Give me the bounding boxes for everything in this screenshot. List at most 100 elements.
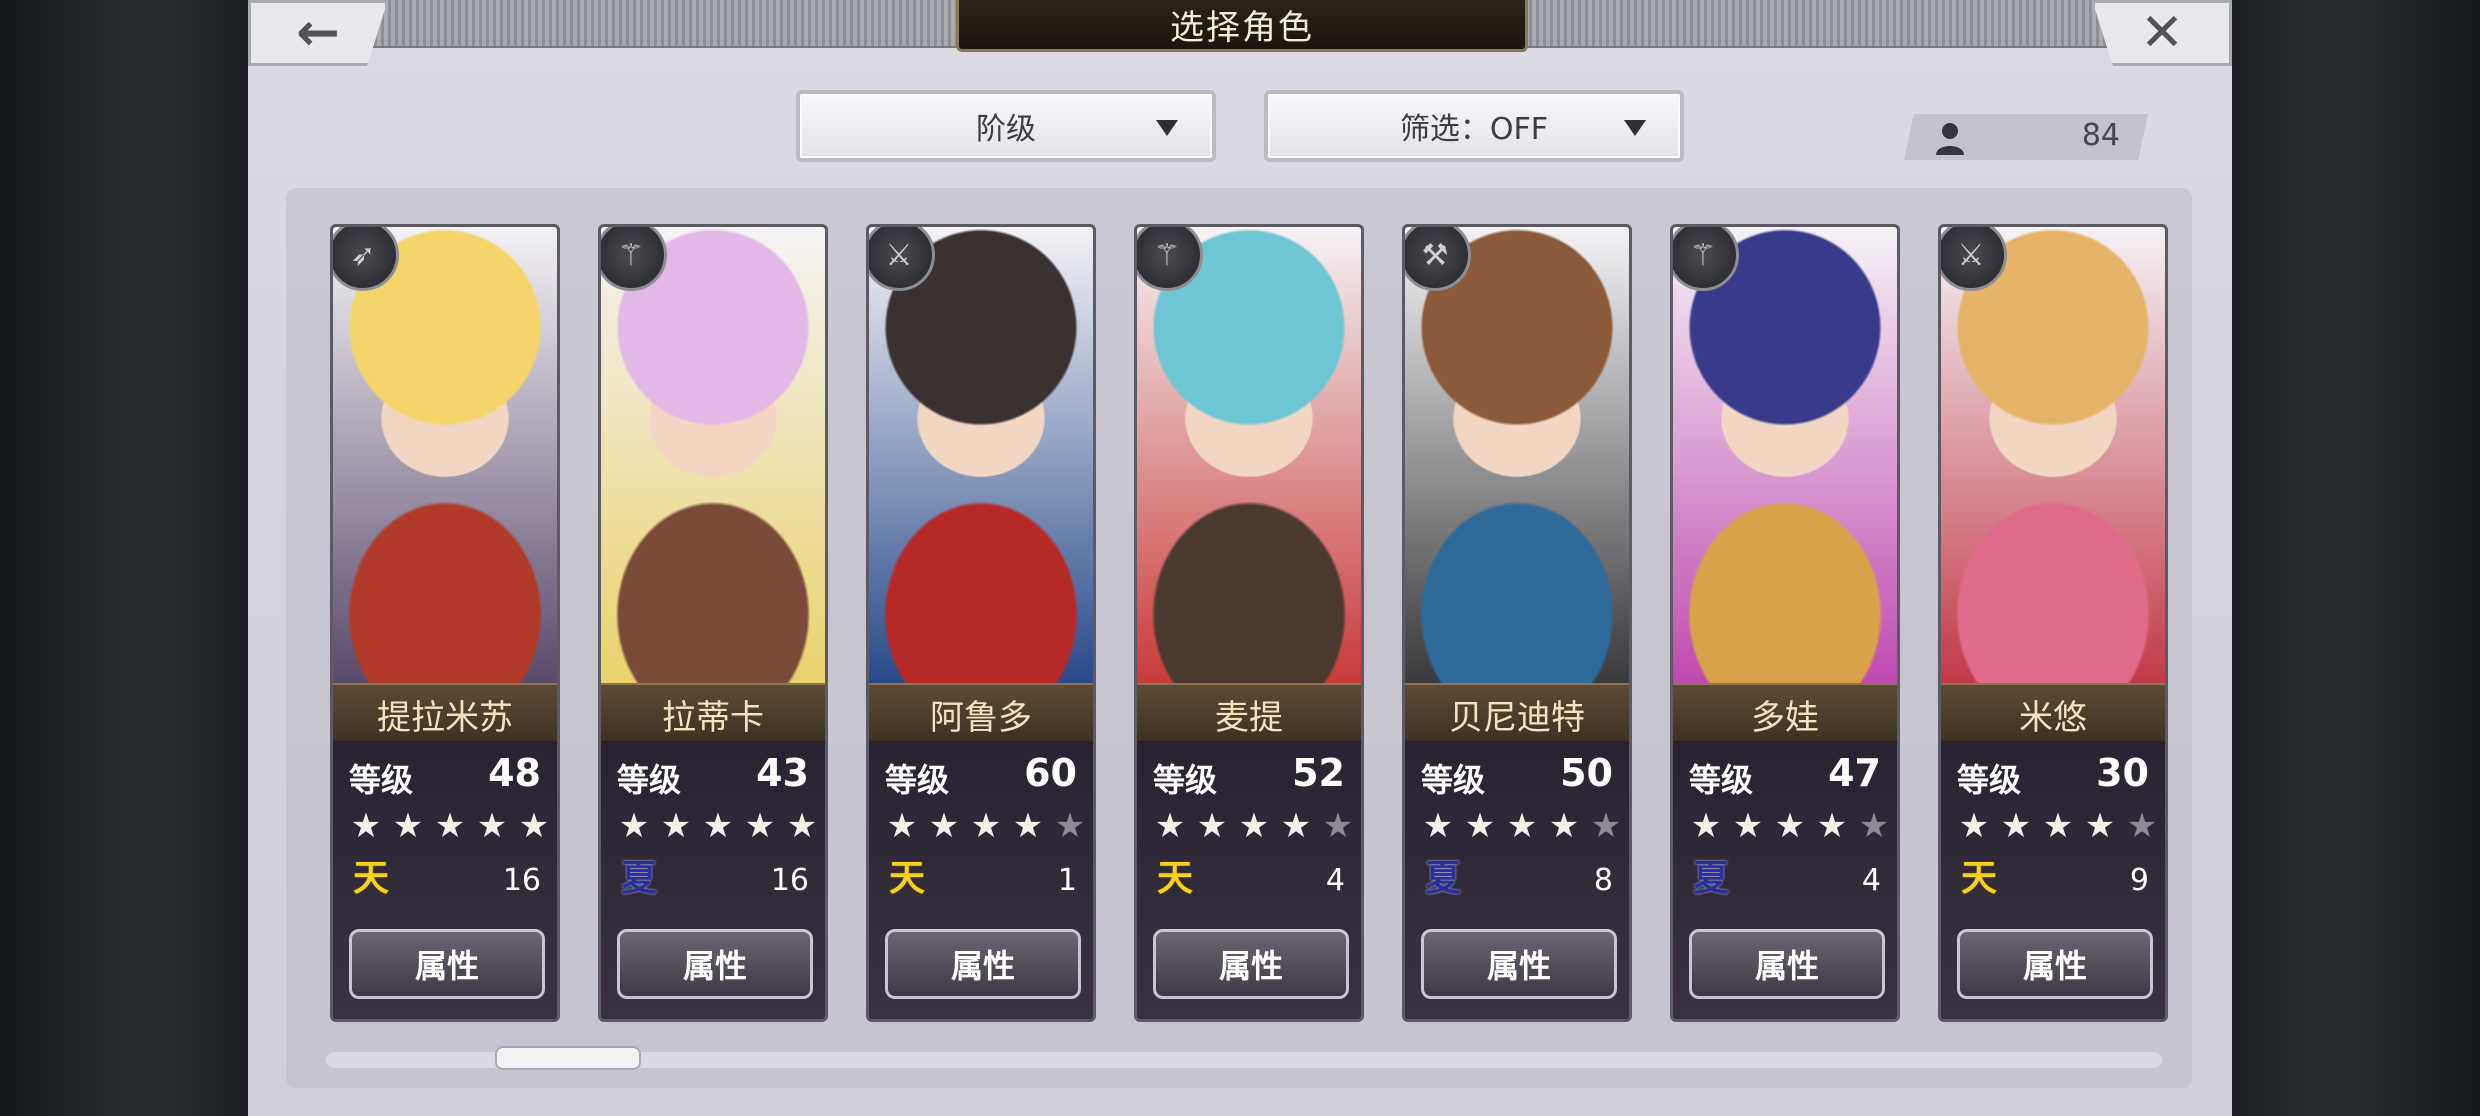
rarity-star-icon: ★ bbox=[928, 806, 960, 846]
level-value: 43 bbox=[756, 751, 809, 795]
level-label: 等级 bbox=[1957, 761, 2022, 799]
rarity-star-icon: ★ bbox=[2126, 806, 2158, 846]
rarity-star-icon: ★ bbox=[476, 806, 508, 846]
attributes-button[interactable]: 属性 bbox=[1689, 929, 1885, 999]
character-name-bar: 拉蒂卡 bbox=[601, 683, 825, 743]
close-icon: ✕ bbox=[2140, 3, 2184, 63]
tier-count: 9 bbox=[2129, 863, 2149, 898]
rarity-star-icon: ★ bbox=[1958, 806, 1990, 846]
character-name: 麦提 bbox=[1215, 697, 1283, 738]
character-portrait bbox=[1941, 227, 2165, 683]
character-name: 提拉米苏 bbox=[377, 697, 513, 738]
attributes-button-label: 属性 bbox=[1486, 947, 1551, 985]
right-backdrop bbox=[2232, 0, 2480, 1116]
attributes-button[interactable]: 属性 bbox=[1957, 929, 2153, 999]
level-label: 等级 bbox=[349, 761, 414, 799]
rarity-star-icon: ★ bbox=[744, 806, 776, 846]
character-card[interactable]: ⚒ 贝尼迪特 等级 50 ★ ★ ★ ★ ★ 夏 8 属性 bbox=[1402, 224, 1632, 1022]
scrollbar-thumb[interactable] bbox=[495, 1046, 641, 1070]
character-name: 多娃 bbox=[1751, 697, 1819, 738]
rarity-stars: ★ ★ ★ ★ ★ bbox=[1687, 807, 1893, 845]
character-name-bar: 多娃 bbox=[1673, 683, 1897, 743]
character-name: 阿鲁多 bbox=[930, 697, 1032, 738]
rarity-star-icon: ★ bbox=[786, 806, 818, 846]
character-card[interactable]: ⚚ 拉蒂卡 等级 43 ★ ★ ★ ★ ★ 夏 16 属性 bbox=[598, 224, 828, 1022]
rarity-star-icon: ★ bbox=[1858, 806, 1890, 846]
rarity-star-icon: ★ bbox=[702, 806, 734, 846]
tier-badge-icon: 夏 bbox=[1424, 858, 1461, 899]
left-backdrop bbox=[0, 0, 248, 1116]
rarity-star-icon: ★ bbox=[1464, 806, 1496, 846]
level-label: 等级 bbox=[1689, 761, 1754, 799]
rarity-star-icon: ★ bbox=[392, 806, 424, 846]
character-portrait bbox=[869, 227, 1093, 683]
tier-badge-icon: 天 bbox=[352, 858, 389, 899]
character-portrait bbox=[1673, 227, 1897, 683]
attributes-button[interactable]: 属性 bbox=[349, 929, 545, 999]
attributes-button[interactable]: 属性 bbox=[1153, 929, 1349, 999]
level-value: 47 bbox=[1828, 751, 1881, 795]
tier-badge-icon: 夏 bbox=[1692, 858, 1729, 899]
character-card[interactable]: ⚔ 米悠 等级 30 ★ ★ ★ ★ ★ 天 9 属性 bbox=[1938, 224, 2168, 1022]
back-button[interactable]: ← bbox=[248, 0, 388, 66]
level-value: 60 bbox=[1024, 751, 1077, 795]
filter-dropdown-label: 筛选：OFF bbox=[1399, 112, 1549, 147]
level-label: 等级 bbox=[885, 761, 950, 799]
character-name-bar: 阿鲁多 bbox=[869, 683, 1093, 743]
level-value: 50 bbox=[1560, 751, 1613, 795]
rarity-star-icon: ★ bbox=[1196, 806, 1228, 846]
rarity-star-icon: ★ bbox=[1054, 806, 1086, 846]
tier-count: 16 bbox=[502, 863, 541, 898]
character-info: 等级 47 ★ ★ ★ ★ ★ 夏 4 属性 bbox=[1673, 741, 1897, 1019]
rarity-star-icon: ★ bbox=[518, 806, 550, 846]
character-info: 等级 50 ★ ★ ★ ★ ★ 夏 8 属性 bbox=[1405, 741, 1629, 1019]
tier-count: 4 bbox=[1861, 863, 1881, 898]
person-icon bbox=[1936, 123, 1964, 155]
rarity-star-icon: ★ bbox=[970, 806, 1002, 846]
character-name-bar: 麦提 bbox=[1137, 683, 1361, 743]
character-name: 拉蒂卡 bbox=[662, 697, 764, 738]
character-name: 贝尼迪特 bbox=[1449, 697, 1585, 738]
title-plate: 选择角色 bbox=[956, 0, 1528, 52]
sort-dropdown[interactable]: 阶级 bbox=[796, 90, 1216, 162]
character-name-bar: 提拉米苏 bbox=[333, 683, 557, 743]
rarity-star-icon: ★ bbox=[660, 806, 692, 846]
character-card[interactable]: ⚔ 阿鲁多 等级 60 ★ ★ ★ ★ ★ 天 1 属性 bbox=[866, 224, 1096, 1022]
character-info: 等级 43 ★ ★ ★ ★ ★ 夏 16 属性 bbox=[601, 741, 825, 1019]
roster-count-badge: 84 bbox=[1904, 114, 2148, 160]
attributes-button-label: 属性 bbox=[2022, 947, 2087, 985]
tier-badge-icon: 天 bbox=[1960, 858, 1997, 899]
attributes-button[interactable]: 属性 bbox=[885, 929, 1081, 999]
rarity-star-icon: ★ bbox=[1506, 806, 1538, 846]
character-portrait bbox=[1137, 227, 1361, 683]
level-value: 48 bbox=[488, 751, 541, 795]
level-value: 52 bbox=[1292, 751, 1345, 795]
character-name-bar: 米悠 bbox=[1941, 683, 2165, 743]
character-card[interactable]: ⚚ 多娃 等级 47 ★ ★ ★ ★ ★ 夏 4 属性 bbox=[1670, 224, 1900, 1022]
character-info: 等级 30 ★ ★ ★ ★ ★ 天 9 属性 bbox=[1941, 741, 2165, 1019]
filter-dropdown[interactable]: 筛选：OFF bbox=[1264, 90, 1684, 162]
character-info: 等级 52 ★ ★ ★ ★ ★ 天 4 属性 bbox=[1137, 741, 1361, 1019]
character-select-panel: ← ✕ 选择角色 阶级 筛选：OFF 84 ➶ 提拉米苏 等级 48 ★ ★ ★ ★ ★… bbox=[248, 0, 2232, 1116]
character-name-bar: 贝尼迪特 bbox=[1405, 683, 1629, 743]
attributes-button[interactable]: 属性 bbox=[617, 929, 813, 999]
tier-count: 8 bbox=[1593, 863, 1613, 898]
character-portrait bbox=[333, 227, 557, 683]
close-button[interactable]: ✕ bbox=[2092, 0, 2232, 66]
character-info: 等级 48 ★ ★ ★ ★ ★ 天 16 属性 bbox=[333, 741, 557, 1019]
character-card[interactable]: ➶ 提拉米苏 等级 48 ★ ★ ★ ★ ★ 天 16 属性 bbox=[330, 224, 560, 1022]
level-label: 等级 bbox=[617, 761, 682, 799]
rarity-stars: ★ ★ ★ ★ ★ bbox=[1955, 807, 2161, 845]
rarity-stars: ★ ★ ★ ★ ★ bbox=[347, 807, 553, 845]
tier-count: 16 bbox=[770, 863, 809, 898]
rarity-stars: ★ ★ ★ ★ ★ bbox=[615, 807, 821, 845]
rarity-stars: ★ ★ ★ ★ ★ bbox=[1419, 807, 1625, 845]
character-card[interactable]: ⚚ 麦提 等级 52 ★ ★ ★ ★ ★ 天 4 属性 bbox=[1134, 224, 1364, 1022]
attributes-button[interactable]: 属性 bbox=[1421, 929, 1617, 999]
character-portrait bbox=[1405, 227, 1629, 683]
level-label: 等级 bbox=[1421, 761, 1486, 799]
rarity-star-icon: ★ bbox=[1422, 806, 1454, 846]
rarity-stars: ★ ★ ★ ★ ★ bbox=[1151, 807, 1357, 845]
rarity-star-icon: ★ bbox=[1012, 806, 1044, 846]
character-portrait bbox=[601, 227, 825, 683]
